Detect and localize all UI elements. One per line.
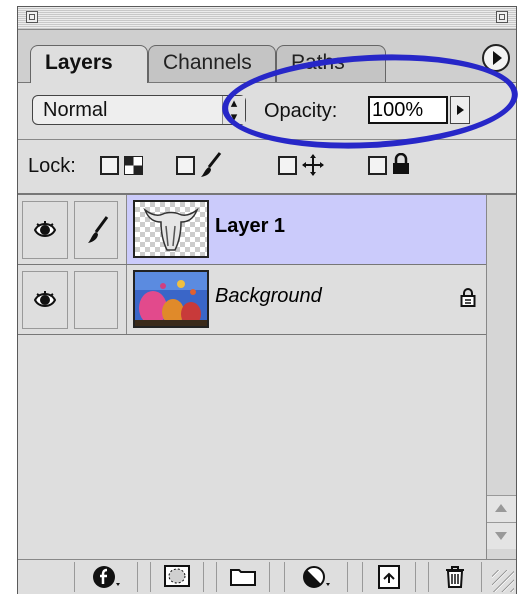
lock-label: Lock:: [28, 155, 76, 177]
move-cross-icon: [302, 154, 324, 176]
link-brush-toggle[interactable]: [74, 271, 118, 329]
lock-position-checkbox[interactable]: [278, 156, 297, 175]
scroll-down-arrow-icon[interactable]: [487, 522, 516, 549]
tab-layers[interactable]: Layers: [30, 45, 148, 83]
resize-grip-icon[interactable]: [492, 570, 514, 592]
add-mask-button[interactable]: [150, 562, 204, 592]
layer-main-cell[interactable]: Background: [126, 265, 486, 334]
lock-transparency-checkbox[interactable]: [100, 156, 119, 175]
layers-list: Layer 1 Background: [18, 195, 486, 559]
layer-name[interactable]: Background: [215, 285, 322, 308]
layer-name[interactable]: Layer 1: [215, 215, 285, 238]
scroll-up-arrow-icon[interactable]: [487, 495, 516, 522]
lock-image-checkbox[interactable]: [176, 156, 195, 175]
eye-icon: [34, 291, 56, 307]
layer-thumbnail: [133, 200, 209, 258]
mask-icon: [164, 565, 190, 587]
padlock-icon: [393, 153, 409, 174]
half-circle-icon: [303, 566, 330, 588]
close-box-icon[interactable]: [26, 11, 38, 23]
adjustment-layer-button[interactable]: [284, 562, 348, 592]
new-page-icon: [378, 565, 400, 589]
lock-row: Lock:: [18, 140, 516, 195]
layer-row-background[interactable]: Background: [18, 265, 486, 335]
balloons-thumbnail-icon: [135, 272, 207, 326]
blend-mode-value: Normal: [43, 99, 108, 121]
trash-icon: [446, 566, 464, 588]
layer-style-button[interactable]: [74, 562, 138, 592]
skull-thumbnail-icon: [143, 207, 199, 251]
folder-icon: [230, 569, 256, 586]
layer-row-layer-1[interactable]: Layer 1: [18, 195, 486, 265]
palette-titlebar[interactable]: [18, 7, 516, 30]
new-layer-button[interactable]: [362, 562, 416, 592]
visibility-toggle[interactable]: [22, 201, 68, 259]
eye-icon: [34, 221, 56, 237]
layers-scrollbar[interactable]: [486, 195, 516, 559]
checkerboard-icon: [124, 156, 143, 175]
layer-thumbnail: [133, 270, 209, 328]
layers-bottom-toolbar: [18, 559, 516, 594]
zoom-box-icon[interactable]: [496, 11, 508, 23]
visibility-toggle[interactable]: [22, 271, 68, 329]
delete-layer-button[interactable]: [428, 562, 482, 592]
padlock-icon: [460, 288, 476, 307]
f-circle-icon: [93, 566, 120, 588]
new-set-button[interactable]: [216, 562, 270, 592]
brush-icon: [201, 152, 222, 177]
blend-mode-select[interactable]: Normal ▴ ▾: [32, 95, 246, 125]
layer-main-cell[interactable]: Layer 1: [126, 195, 486, 264]
brush-icon: [88, 216, 109, 243]
lock-all-checkbox[interactable]: [368, 156, 387, 175]
link-brush-toggle[interactable]: [74, 201, 118, 259]
